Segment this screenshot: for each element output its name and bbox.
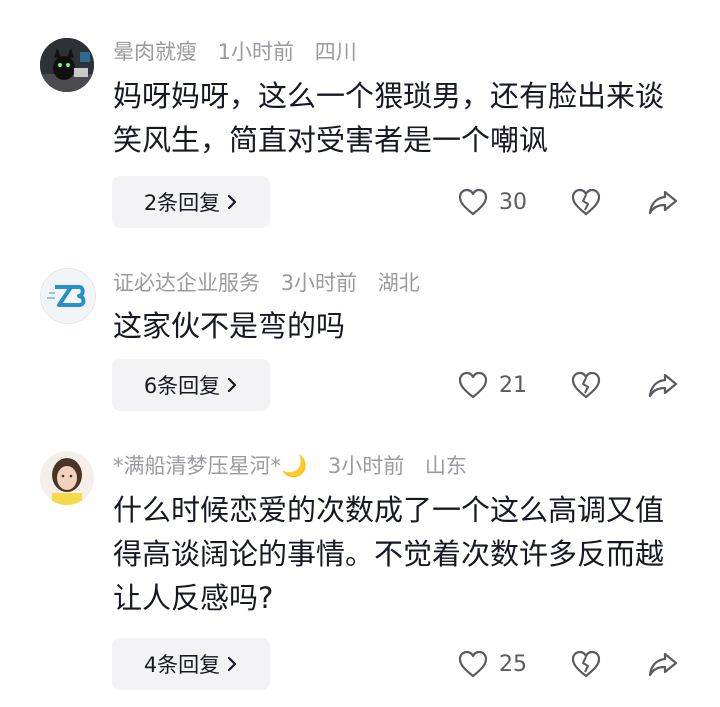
like-count: 21 bbox=[499, 372, 527, 398]
comment-meta: 证必达企业服务 3小时前 湖北 bbox=[113, 269, 434, 297]
like-button[interactable]: 30 bbox=[457, 182, 527, 222]
share-arrow-icon bbox=[647, 650, 679, 678]
share-arrow-icon bbox=[647, 371, 679, 399]
zb-logo-avatar-icon[interactable] bbox=[40, 268, 96, 324]
comment-text: 妈呀妈呀，这么一个猥琐男，还有脸出来谈笑风生，简直对受害者是一个嘲讽 bbox=[113, 79, 665, 157]
chevron-right-icon bbox=[226, 655, 238, 673]
black-cat-avatar-icon[interactable] bbox=[40, 38, 94, 92]
timestamp: 3小时前 bbox=[327, 454, 405, 478]
girl-photo-avatar-icon[interactable] bbox=[40, 451, 94, 505]
location: 山东 bbox=[424, 454, 467, 478]
username[interactable]: *满船清梦压星河*🌙 bbox=[113, 454, 307, 478]
chevron-right-icon bbox=[226, 193, 238, 211]
view-replies-button[interactable]: 6条回复 bbox=[112, 359, 270, 411]
comment-text: 这家伙不是弯的吗 bbox=[113, 309, 346, 343]
share-button[interactable] bbox=[647, 182, 679, 222]
like-button[interactable]: 25 bbox=[457, 644, 527, 684]
timestamp: 3小时前 bbox=[280, 271, 358, 295]
heart-outline-icon bbox=[457, 649, 489, 679]
view-replies-button[interactable]: 4条回复 bbox=[112, 638, 270, 690]
broken-heart-icon bbox=[570, 187, 602, 217]
dislike-button[interactable] bbox=[570, 365, 602, 405]
reply-label: 2条回复 bbox=[143, 191, 221, 215]
reply-label: 6条回复 bbox=[143, 374, 221, 398]
broken-heart-icon bbox=[570, 370, 602, 400]
dislike-button[interactable] bbox=[570, 182, 602, 222]
heart-outline-icon bbox=[457, 187, 489, 217]
comment-meta: *满船清梦压星河*🌙 3小时前 山东 bbox=[113, 452, 481, 480]
broken-heart-icon bbox=[570, 649, 602, 679]
timestamp: 1小时前 bbox=[217, 40, 295, 64]
like-count: 25 bbox=[499, 651, 527, 677]
username[interactable]: 证必达企业服务 bbox=[113, 271, 260, 295]
reply-label: 4条回复 bbox=[143, 653, 221, 677]
view-replies-button[interactable]: 2条回复 bbox=[112, 176, 270, 228]
like-count: 30 bbox=[499, 189, 527, 215]
location: 湖北 bbox=[377, 271, 420, 295]
comment-meta: 晕肉就瘦 1小时前 四川 bbox=[113, 38, 371, 66]
share-button[interactable] bbox=[647, 644, 679, 684]
share-button[interactable] bbox=[647, 365, 679, 405]
comment-text: 什么时候恋爱的次数成了一个这么高调又值得高谈阔论的事情。不觉着次数许多反而越让人… bbox=[113, 493, 665, 615]
dislike-button[interactable] bbox=[570, 644, 602, 684]
heart-outline-icon bbox=[457, 370, 489, 400]
like-button[interactable]: 21 bbox=[457, 365, 527, 405]
location: 四川 bbox=[314, 40, 357, 64]
share-arrow-icon bbox=[647, 188, 679, 216]
chevron-right-icon bbox=[226, 376, 238, 394]
username[interactable]: 晕肉就瘦 bbox=[113, 40, 197, 64]
